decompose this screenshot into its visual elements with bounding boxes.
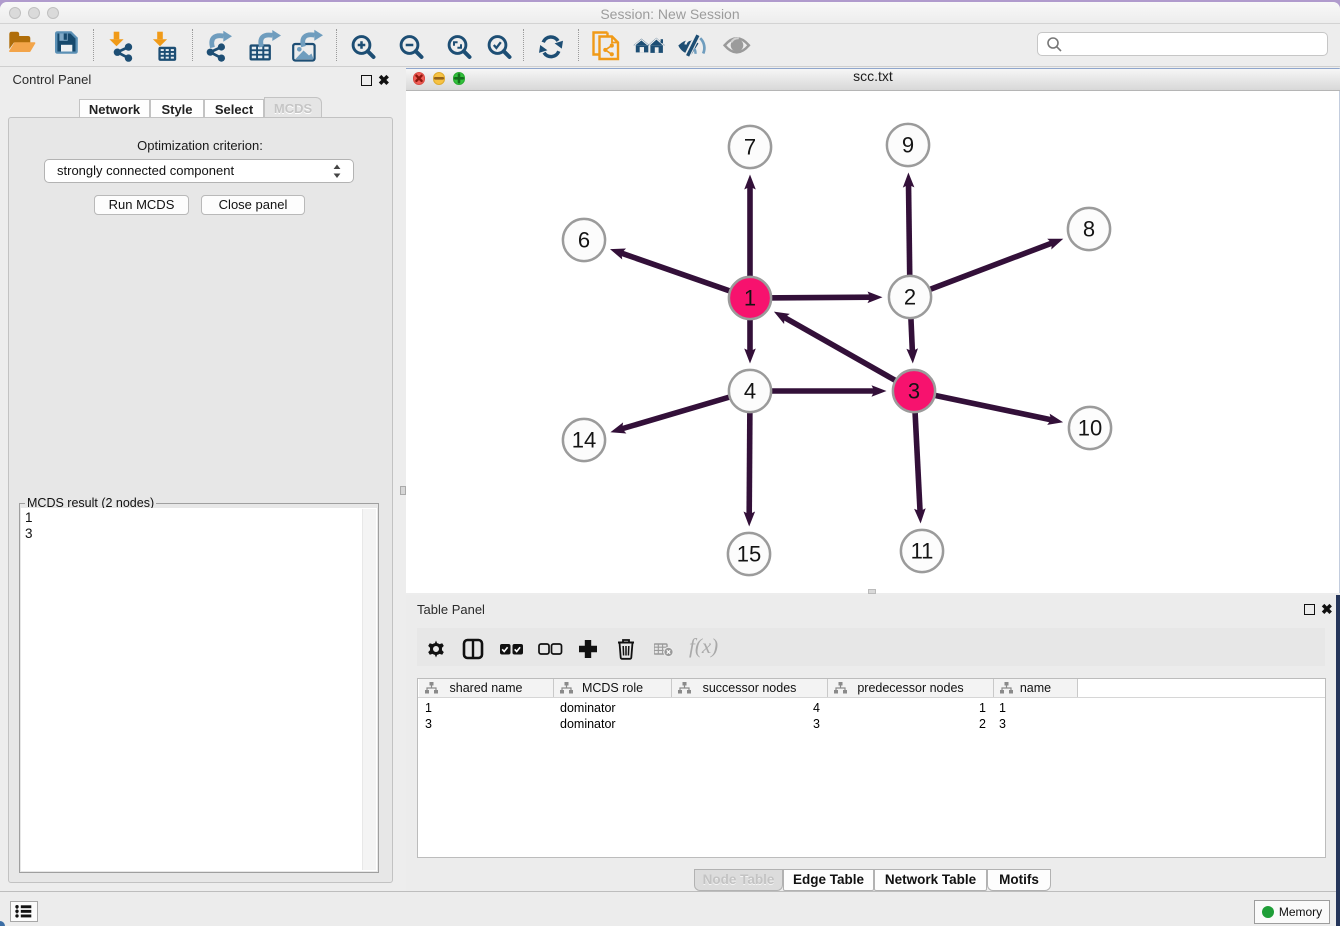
svg-text:8: 8 bbox=[1083, 216, 1095, 241]
svg-text:2: 2 bbox=[904, 284, 916, 309]
svg-text:3: 3 bbox=[908, 378, 920, 403]
svg-text:1: 1 bbox=[744, 285, 756, 310]
svg-text:7: 7 bbox=[744, 134, 756, 159]
svg-text:4: 4 bbox=[744, 378, 756, 403]
svg-text:10: 10 bbox=[1078, 415, 1102, 440]
svg-text:9: 9 bbox=[902, 132, 914, 157]
svg-text:15: 15 bbox=[737, 541, 761, 566]
svg-text:11: 11 bbox=[911, 538, 934, 563]
svg-text:14: 14 bbox=[572, 427, 596, 452]
svg-text:6: 6 bbox=[578, 227, 590, 252]
